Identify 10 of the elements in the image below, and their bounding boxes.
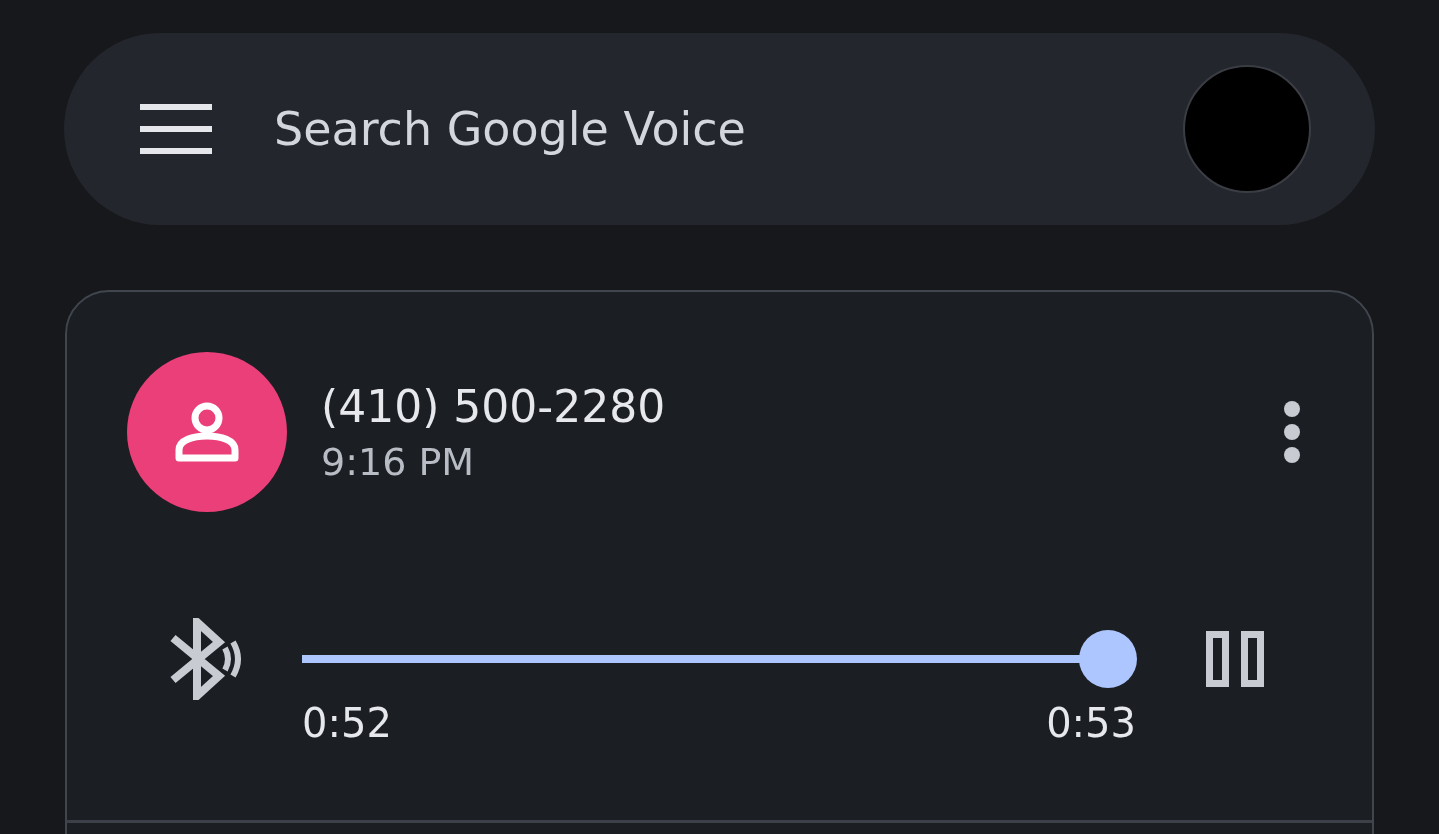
slider-thumb[interactable] (1079, 630, 1137, 688)
person-icon (173, 400, 241, 464)
phone-number: (410) 500-2280 (321, 380, 667, 432)
call-time: 9:16 PM (321, 439, 476, 484)
pause-icon[interactable] (1206, 631, 1264, 687)
elapsed-time: 0:52 (302, 700, 392, 746)
total-duration: 0:53 (1046, 700, 1136, 746)
menu-icon[interactable] (140, 104, 212, 154)
search-field[interactable]: Search Google Voice (64, 33, 1375, 225)
search-input[interactable]: Search Google Voice (272, 101, 1123, 157)
